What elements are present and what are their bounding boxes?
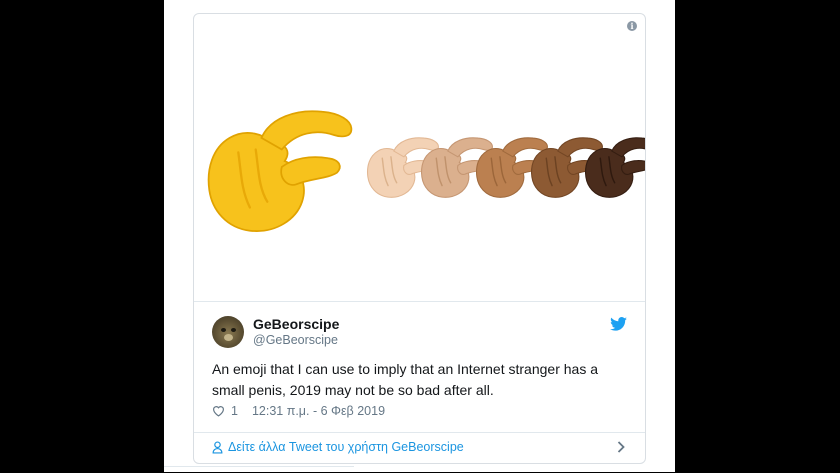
author-handle[interactable]: @GeBeorscipe: [253, 333, 338, 347]
user-icon: [212, 440, 223, 454]
footer-divider: [194, 432, 645, 433]
tweet-media-image[interactable]: i: [194, 14, 645, 301]
author-display-name[interactable]: GeBeorscipe: [253, 316, 339, 332]
yellow-hand-emoji: [207, 110, 353, 232]
avatar-eye: [231, 328, 236, 332]
embedded-tweet-card[interactable]: i GeBeorscipe @GeBeorscipe An emoji that…: [193, 13, 646, 464]
heart-icon[interactable]: [212, 405, 225, 417]
media-divider: [194, 301, 645, 302]
like-count[interactable]: 1: [231, 404, 238, 418]
page-container: i GeBeorscipe @GeBeorscipe An emoji that…: [164, 0, 675, 472]
chevron-right-icon[interactable]: [617, 441, 625, 453]
info-icon[interactable]: i: [627, 21, 637, 31]
twitter-bird-icon[interactable]: [610, 317, 627, 331]
tweet-text: An emoji that I can use to imply that an…: [212, 361, 598, 398]
avatar-eye: [221, 328, 226, 332]
more-tweets-link[interactable]: Δείτε άλλα Tweet του χρήστη GeBeorscipe: [212, 440, 464, 454]
pinching-hand-emoji-image: [207, 110, 645, 232]
avatar[interactable]: [212, 316, 244, 348]
tweet-meta: 1 12:31 π.μ. - 6 Φεβ 2019: [212, 404, 385, 418]
tweet-timestamp[interactable]: 12:31 π.μ. - 6 Φεβ 2019: [252, 404, 385, 418]
more-tweets-label[interactable]: Δείτε άλλα Tweet του χρήστη GeBeorscipe: [228, 440, 464, 454]
avatar-snout: [224, 334, 233, 341]
